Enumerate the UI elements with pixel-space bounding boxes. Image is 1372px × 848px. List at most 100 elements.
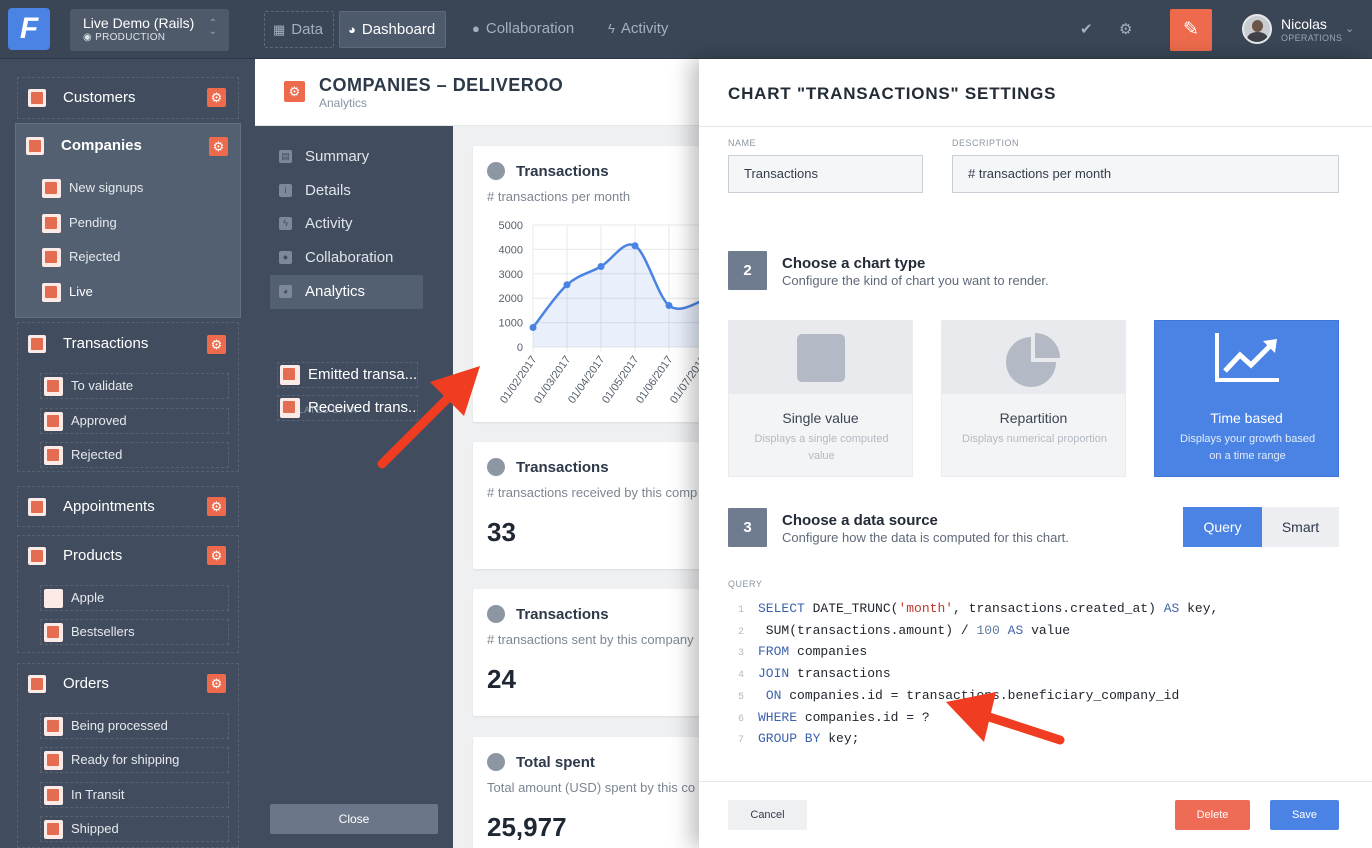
- card-description: Total amount (USD) spent by this co: [487, 780, 696, 795]
- settings-gear-icon[interactable]: ⚙: [1119, 20, 1132, 38]
- segment-ready-for-shipping[interactable]: Ready for shipping: [40, 747, 229, 773]
- segment-label: Ready for shipping: [71, 752, 180, 767]
- chart-type-repartition[interactable]: Repartition Displays numerical proportio…: [941, 320, 1126, 477]
- tab-label: Analytics: [305, 283, 366, 300]
- cancel-button[interactable]: Cancel: [728, 800, 807, 830]
- sidebar-group-products[interactable]: Products ⚙ Apple Bestsellers: [17, 535, 239, 653]
- tab-details[interactable]: i Details: [270, 174, 423, 208]
- related-received-transactions[interactable]: Received trans...: [277, 395, 418, 421]
- nav-activity[interactable]: ϟ Activity: [600, 11, 678, 48]
- chart-card[interactable]: Transactions # transactions per month 50…: [473, 146, 705, 422]
- tab-activity[interactable]: ϟ Activity: [270, 207, 423, 241]
- layout-editor-button[interactable]: ✎: [1170, 9, 1212, 51]
- segment-to-validate[interactable]: To validate: [40, 373, 229, 399]
- code-line: 2 SUM(transactions.amount) / 100 AS valu…: [737, 622, 1071, 638]
- segment-icon: [44, 751, 63, 771]
- query-editor[interactable]: 1 SELECT DATE_TRUNC('month', transactions…: [728, 599, 1218, 751]
- segment-in-transit[interactable]: In Transit: [40, 782, 229, 808]
- save-button[interactable]: Save: [1270, 800, 1339, 830]
- summary-icon: ▤: [279, 150, 292, 163]
- description-label: DESCRIPTION: [952, 138, 1020, 148]
- sidebar-item-label: Orders: [63, 675, 109, 692]
- transactions-chart: 50004000300020001000001/02/201701/03/201…: [498, 220, 705, 406]
- segment-approved[interactable]: Approved: [40, 408, 229, 434]
- segment-icon: [44, 377, 63, 397]
- nav-collaboration-label: Collaboration: [485, 20, 575, 37]
- dashboard-icon: ◕: [279, 285, 292, 298]
- environment-switcher[interactable]: Live Demo (Rails) ◉ PRODUCTION ⌃ ⌄: [70, 9, 229, 51]
- gear-icon[interactable]: ⚙: [209, 137, 228, 156]
- segment-shipped[interactable]: Shipped: [40, 816, 229, 842]
- y-tick-label: 4000: [499, 244, 523, 256]
- segment-live[interactable]: Live: [38, 279, 227, 305]
- gear-icon[interactable]: ⚙: [207, 497, 226, 516]
- chart-type-desc: Displays a single computed value: [754, 433, 889, 462]
- card-title: Transactions: [516, 606, 609, 623]
- nav-collaboration[interactable]: ● Collaboration: [464, 11, 584, 48]
- sidebar-item-appointments[interactable]: Appointments: [28, 497, 155, 517]
- card-title: Total spent: [516, 754, 595, 771]
- name-input[interactable]: Transactions: [728, 155, 923, 193]
- segment-bestsellers[interactable]: Bestsellers: [40, 619, 229, 645]
- forest-logo[interactable]: F: [8, 8, 50, 50]
- card-description: # transactions sent by this company: [487, 632, 694, 647]
- sidebar-group-transactions[interactable]: Transactions ⚙ To validate Approved Reje…: [17, 322, 239, 472]
- nav-data[interactable]: ▦ Data: [264, 11, 334, 48]
- delete-button[interactable]: Delete: [1175, 800, 1250, 830]
- step-number: 2: [728, 251, 767, 290]
- chat-icon: ●: [472, 21, 480, 36]
- query-mode-button[interactable]: Query: [1183, 507, 1262, 547]
- segment-rejected[interactable]: Rejected: [38, 244, 227, 270]
- chart-type-single-value[interactable]: Single value Displays a single computed …: [728, 320, 913, 477]
- chart-type-preview: [729, 321, 912, 394]
- page-subtitle: Analytics: [319, 96, 368, 110]
- sidebar-group-orders[interactable]: Orders ⚙ Being processed Ready for shipp…: [17, 663, 239, 848]
- collection-gear-icon[interactable]: ⚙: [284, 81, 305, 102]
- gear-icon[interactable]: ⚙: [207, 335, 226, 354]
- close-button[interactable]: Close: [270, 804, 438, 834]
- smart-mode-button[interactable]: Smart: [1262, 507, 1339, 547]
- value-card[interactable]: Total spent Total amount (USD) spent by …: [473, 737, 705, 848]
- tab-summary[interactable]: ▤ Summary: [270, 140, 423, 174]
- page-title: COMPANIES – DELIVEROO: [319, 75, 564, 95]
- tab-collaboration[interactable]: ● Collaboration: [270, 241, 423, 275]
- segment-apple[interactable]: Apple: [40, 585, 229, 611]
- tab-analytics[interactable]: ◕ Analytics: [270, 275, 423, 309]
- pie-chart-icon: [1006, 333, 1060, 387]
- tab-label: Details: [305, 182, 351, 199]
- chat-icon: ●: [279, 251, 292, 264]
- environment-name: Live Demo (Rails): [83, 15, 195, 31]
- gear-icon[interactable]: ⚙: [207, 674, 226, 693]
- value-card[interactable]: Transactions # transactions sent by this…: [473, 589, 705, 716]
- collections-sidebar: Customers ⚙ Companies ⚙ New signups Pend…: [0, 59, 255, 848]
- sidebar-item-transactions[interactable]: Transactions: [28, 334, 148, 354]
- nav-dashboard[interactable]: ◕ Dashboard: [339, 11, 447, 48]
- sidebar-item-orders[interactable]: Orders: [28, 674, 109, 694]
- chart-type-time-based[interactable]: Time based Displays your growth based on…: [1154, 320, 1339, 477]
- collection-icon: [28, 547, 46, 566]
- data-point: [665, 302, 673, 310]
- card-value: 24: [487, 664, 516, 694]
- description-input[interactable]: # transactions per month: [952, 155, 1339, 193]
- segment-rejected[interactable]: Rejected: [40, 442, 229, 468]
- gear-icon[interactable]: ⚙: [207, 88, 226, 107]
- segment-pending[interactable]: Pending: [38, 210, 227, 236]
- gear-icon[interactable]: ⚙: [207, 546, 226, 565]
- dashboard-icon: ◕: [348, 22, 356, 37]
- step-title: Choose a data source: [782, 512, 938, 529]
- sidebar-group-appointments[interactable]: Appointments ⚙: [17, 486, 239, 527]
- segment-being-processed[interactable]: Being processed: [40, 713, 229, 739]
- sidebar-group-customers[interactable]: Customers ⚙: [17, 77, 239, 119]
- sidebar-item-products[interactable]: Products: [28, 546, 122, 566]
- sidebar-item-companies[interactable]: Companies: [26, 136, 142, 156]
- segment-icon: [44, 786, 63, 806]
- sidebar-item-customers[interactable]: Customers: [28, 88, 136, 108]
- database-icon: [487, 458, 505, 476]
- check-icon[interactable]: ✔: [1080, 20, 1093, 38]
- related-emitted-transactions[interactable]: Emitted transa...: [277, 362, 418, 388]
- segment-new-signups[interactable]: New signups: [38, 175, 227, 201]
- sidebar-group-companies[interactable]: Companies ⚙ New signups Pending Rejected…: [15, 123, 241, 318]
- value-card[interactable]: Transactions # transactions received by …: [473, 442, 705, 569]
- segment-icon: [44, 820, 63, 840]
- info-icon: i: [279, 184, 292, 197]
